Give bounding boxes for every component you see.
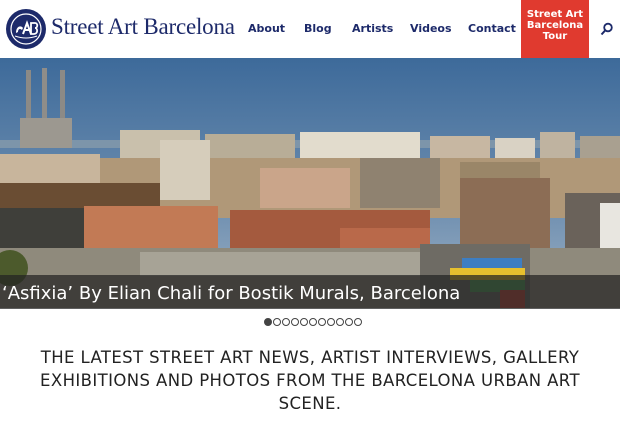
slider-dot[interactable] — [336, 318, 344, 326]
nav-contact[interactable]: Contact — [468, 22, 516, 35]
slider-dot[interactable] — [309, 318, 317, 326]
slider-dot[interactable] — [327, 318, 335, 326]
tour-label-line3: Tour — [542, 31, 568, 42]
nav-blog[interactable]: Blog — [304, 22, 332, 35]
tour-label-line2: Barcelona — [526, 20, 584, 31]
slider-dot[interactable] — [264, 318, 272, 326]
site-title[interactable]: Street Art Barcelona — [51, 14, 235, 40]
slider-dot[interactable] — [291, 318, 299, 326]
tagline: THE LATEST STREET ART NEWS, ARTIST INTER… — [40, 348, 580, 413]
slider-dots — [264, 318, 362, 326]
nav-videos[interactable]: Videos — [410, 22, 452, 35]
sab-logo-icon[interactable] — [6, 9, 46, 49]
tour-label-line1: Street Art — [526, 9, 584, 20]
slider-dot[interactable] — [345, 318, 353, 326]
hero-caption[interactable]: ‘Asfixia’ By Elian Chali for Bostik Mura… — [2, 283, 460, 304]
slider-dot[interactable] — [273, 318, 281, 326]
nav-about[interactable]: About — [248, 22, 285, 35]
slider-dot[interactable] — [318, 318, 326, 326]
search-icon[interactable] — [600, 22, 614, 36]
slider-dot[interactable] — [300, 318, 308, 326]
hero-slide-image[interactable] — [0, 58, 620, 308]
nav-artists[interactable]: Artists — [352, 22, 393, 35]
site-header: Street Art Barcelona About Blog Artists … — [0, 0, 620, 70]
slider-dot[interactable] — [354, 318, 362, 326]
slider-dot[interactable] — [282, 318, 290, 326]
